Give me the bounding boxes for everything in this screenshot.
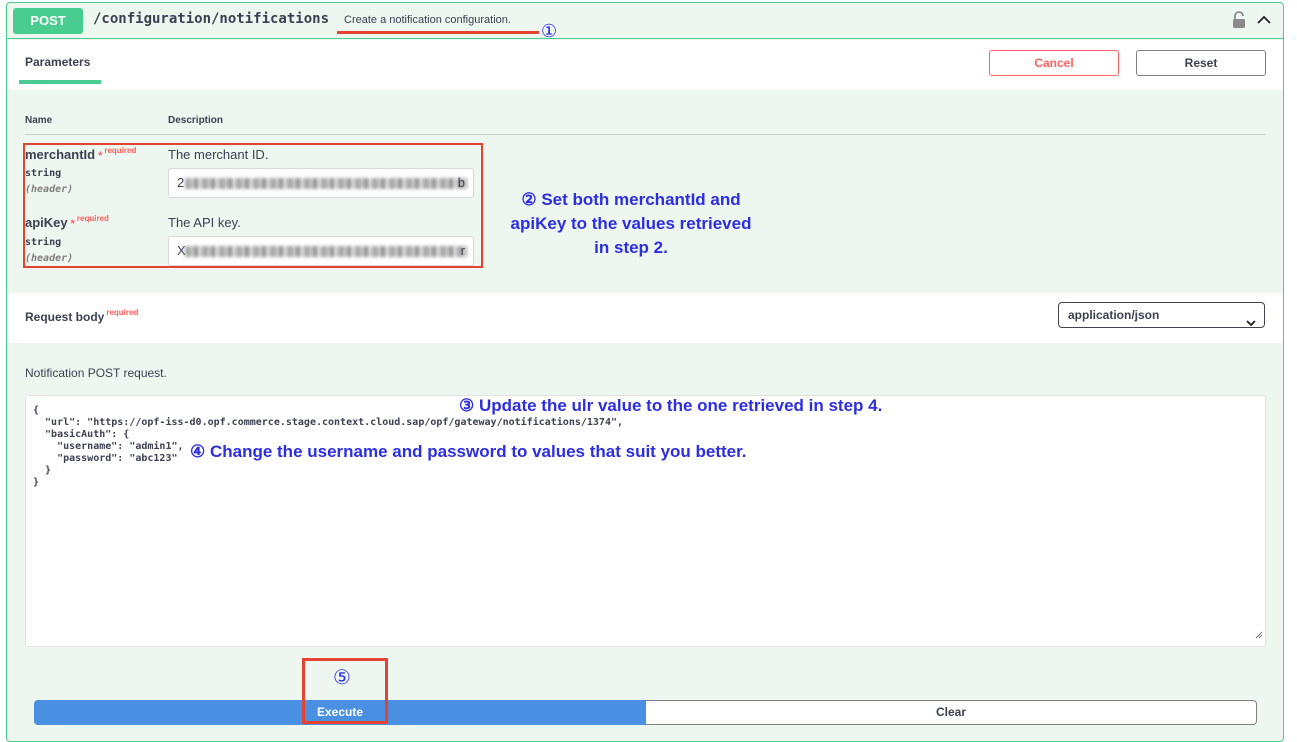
annotation-marker-1: ① <box>541 21 558 41</box>
required-label: required <box>106 308 139 317</box>
operation-summary[interactable]: POST /configuration/notifications Create… <box>7 3 1283 39</box>
content-type-value: application/json <box>1068 308 1160 322</box>
code-line: } <box>33 477 40 488</box>
code-line: "basicAuth": { <box>33 429 130 440</box>
annotation-underline <box>337 31 539 34</box>
chevron-up-icon[interactable] <box>1256 12 1272 33</box>
clear-button[interactable]: Clear <box>646 700 1257 725</box>
code-line: } <box>33 465 52 476</box>
annotation-line: ② Set both merchantId and <box>521 190 741 209</box>
annotation-note-4: ④ Change the username and password to va… <box>190 442 747 461</box>
annotation-line: apiKey to the values retrieved <box>510 214 752 233</box>
annotation-marker-5: ⑤ <box>333 667 351 689</box>
annotation-note-2: ② Set both merchantId and apiKey to the … <box>481 188 781 260</box>
column-header-description: Description <box>168 115 224 126</box>
method-badge: POST <box>13 8 83 34</box>
request-body-description: Notification POST request. <box>25 366 167 380</box>
reset-button[interactable]: Reset <box>1136 50 1266 76</box>
request-body-title: Request body required <box>25 308 139 324</box>
operation-block: POST /configuration/notifications Create… <box>6 2 1284 742</box>
action-buttons: Execute Clear <box>34 700 1257 725</box>
cancel-button[interactable]: Cancel <box>989 50 1119 76</box>
annotation-line: in step 2. <box>594 238 668 257</box>
operation-summary-text: Create a notification configuration. <box>344 14 511 26</box>
request-body-label: Request body <box>25 310 105 324</box>
code-line: { <box>33 405 40 416</box>
annotation-box-params <box>23 143 483 268</box>
request-body-editor[interactable]: { "url": "https://opf-iss-d0.opf.commerc… <box>25 395 1266 647</box>
annotation-note-3: ③ Update the ulr value to the one retrie… <box>459 396 883 415</box>
code-line: "url": "https://opf-iss-d0.opf.commerce.… <box>33 417 624 428</box>
endpoint-path: /configuration/notifications <box>93 11 330 27</box>
content-type-select[interactable]: application/json <box>1058 302 1265 328</box>
lock-icon[interactable] <box>1231 11 1247 34</box>
parameters-header: Parameters Cancel Reset <box>7 40 1283 90</box>
tab-parameters[interactable]: Parameters <box>19 40 101 84</box>
code-line: "password": "abc123" <box>33 453 178 464</box>
header-divider <box>25 134 1266 135</box>
code-line: "username": "admin1", <box>33 441 184 452</box>
column-header-name: Name <box>25 115 53 126</box>
resize-handle-icon[interactable] <box>1254 626 1263 644</box>
request-body-header: Request body required application/json <box>7 293 1283 343</box>
chevron-down-icon <box>1246 311 1256 335</box>
